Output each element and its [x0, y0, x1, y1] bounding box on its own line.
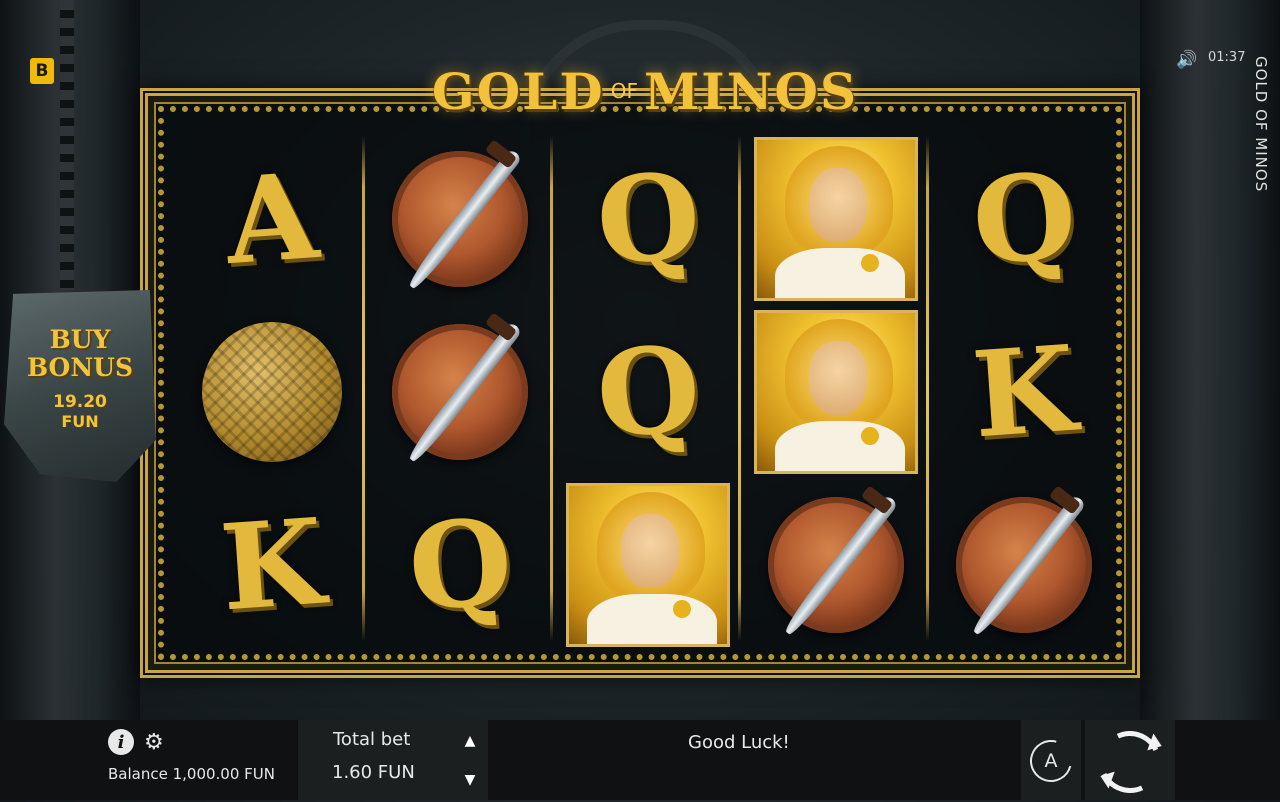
buy-bonus-button[interactable]: BUY BONUS 19.20 FUN	[4, 290, 156, 482]
brand-logo: B	[30, 58, 54, 84]
logo-word-minos: MINOS	[643, 61, 859, 121]
symbol-k: K	[215, 491, 328, 638]
symbol-k: K	[967, 318, 1080, 465]
logo-word-of: OF	[610, 79, 638, 103]
symbol-hero-icon	[566, 483, 730, 648]
reel-cell	[742, 132, 930, 305]
spin-button[interactable]	[1085, 720, 1175, 802]
reel-cell: A	[178, 132, 366, 305]
balance-display: Balance 1,000.00 FUN	[108, 765, 275, 783]
reel-cell: Q	[554, 305, 742, 478]
side-game-title: GOLD OF MINOS	[1252, 56, 1270, 193]
symbol-q: Q	[967, 145, 1081, 292]
reel-cell	[554, 479, 742, 652]
autoplay-label: A	[1044, 750, 1058, 772]
reel-cell: K	[178, 479, 366, 652]
gear-icon[interactable]: ⚙	[144, 730, 164, 756]
symbol-q: Q	[591, 318, 705, 465]
reel-cell: Q	[366, 479, 554, 652]
buy-bonus-label: BUY BONUS	[26, 325, 134, 382]
game-logo: GOLD OF MINOS	[395, 52, 895, 130]
symbol-hero-icon	[754, 136, 918, 301]
bet-decrease-button[interactable]: ▼	[459, 771, 481, 789]
symbol-shield-dagger-icon	[950, 485, 1098, 639]
symbol-hero-icon	[754, 309, 918, 474]
reel-grid: AQQQKKQ	[178, 132, 1118, 652]
hanging-chain	[60, 0, 74, 290]
logo-word-gold: GOLD	[431, 61, 605, 121]
reel-cell: Q	[554, 132, 742, 305]
total-bet-value: 1.60 FUN	[332, 762, 415, 783]
reel-cell: K	[930, 305, 1118, 478]
symbol-q: Q	[403, 491, 517, 638]
reel-cell: Q	[930, 132, 1118, 305]
bet-increase-button[interactable]: ▲	[459, 732, 481, 750]
clock-time: 01:37	[1208, 50, 1246, 65]
info-icon[interactable]: i	[108, 729, 134, 755]
reel-cell	[366, 305, 554, 478]
reel-cell	[742, 479, 930, 652]
buy-bonus-currency: FUN	[61, 412, 99, 431]
reel-cell	[742, 305, 930, 478]
reel-cell	[366, 132, 554, 305]
speaker-icon[interactable]: 🔊	[1176, 50, 1197, 70]
reel-cell	[178, 305, 366, 478]
symbol-a: A	[221, 145, 323, 291]
buy-bonus-price: 19.20	[53, 392, 107, 412]
symbol-yarn-ball-icon	[202, 321, 342, 462]
symbol-q: Q	[591, 145, 705, 292]
symbol-shield-dagger-icon	[386, 312, 534, 466]
reel-cell	[930, 479, 1118, 652]
autoplay-button[interactable]: A	[1021, 720, 1081, 800]
spin-arrow-icon	[1147, 733, 1165, 755]
total-bet-label: Total bet	[333, 729, 411, 750]
status-message: Good Luck!	[688, 732, 790, 753]
symbol-shield-dagger-icon	[762, 485, 910, 639]
reels-frame: AQQQKKQ	[140, 88, 1140, 678]
symbol-shield-dagger-icon	[386, 138, 534, 293]
